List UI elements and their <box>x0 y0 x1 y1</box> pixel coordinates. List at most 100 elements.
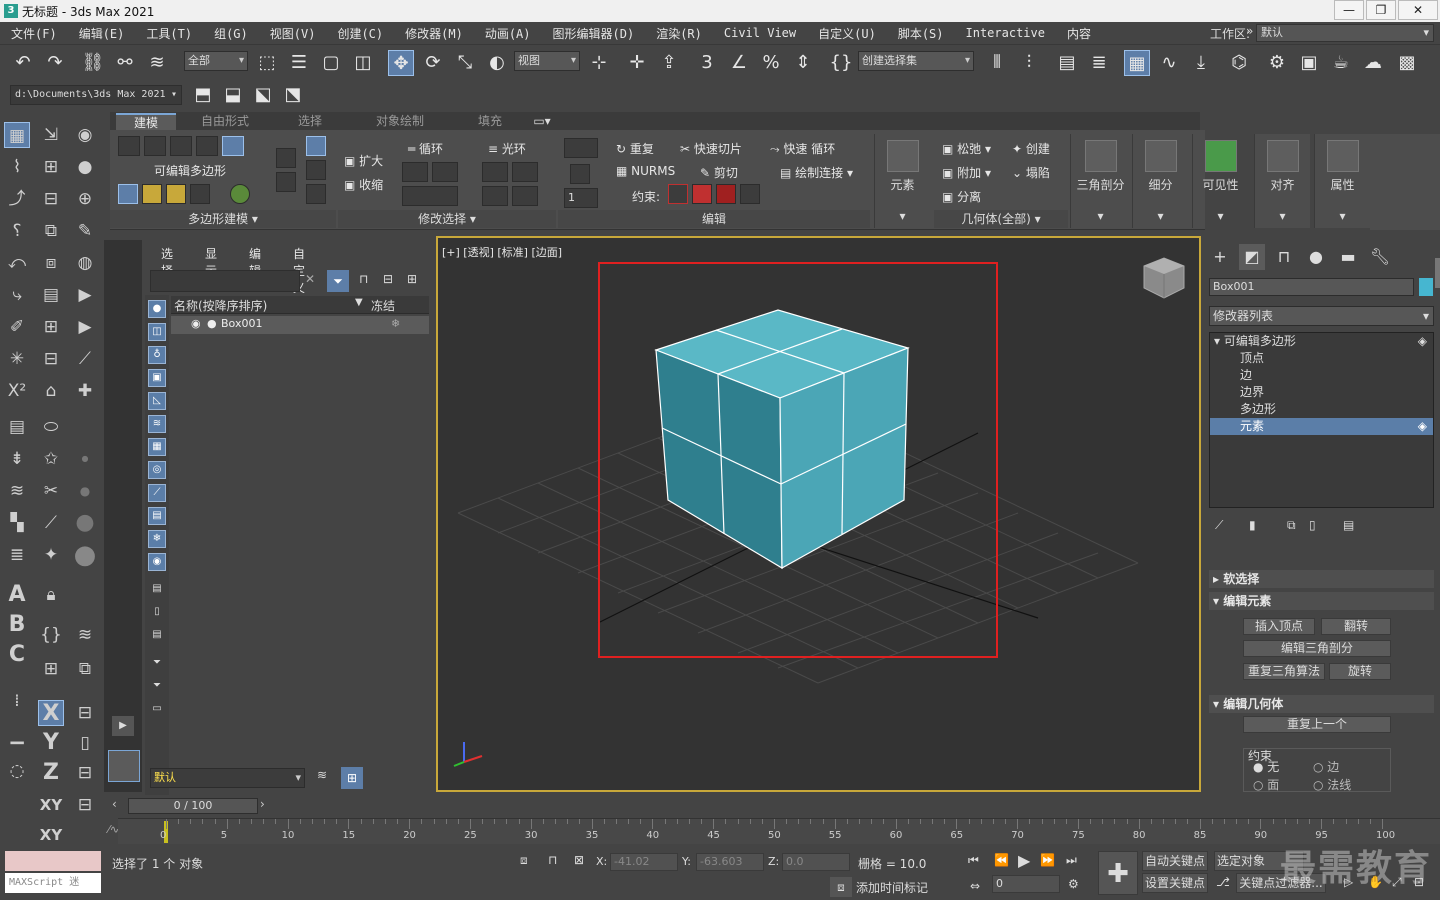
tree-view-icon[interactable]: ⊞ <box>407 272 417 286</box>
angle-snap-icon[interactable]: ∠ <box>726 50 752 76</box>
percent-snap-icon[interactable]: % <box>758 50 784 76</box>
display-all-icon[interactable]: ● <box>148 300 166 318</box>
stack-item-edge[interactable]: 边 <box>1210 367 1433 384</box>
soft-selection-rollout[interactable]: ▸ 软选择 <box>1209 570 1434 588</box>
menu-modifiers[interactable]: 修改器(M) <box>394 25 474 42</box>
paint-connect-button[interactable]: ▤ 绘制连接 ▾ <box>780 164 853 181</box>
insert-vertex-button[interactable]: 插入顶点 <box>1243 618 1315 635</box>
stack-item-editable-poly[interactable]: ▾ 可编辑多边形 ◈ <box>1210 333 1433 350</box>
scene-search-input[interactable] <box>150 270 300 292</box>
z-coordinate-field[interactable]: 0.0 <box>782 853 850 871</box>
a360-gallery-icon[interactable]: ▩ <box>1394 50 1420 76</box>
utilities-tab-icon[interactable]: 🔧︎ <box>1367 244 1393 270</box>
time-slider[interactable]: 0 / 100 <box>128 798 258 814</box>
spinner-field[interactable]: 1 <box>564 188 598 208</box>
scale-icon[interactable]: ⤡ <box>452 50 478 76</box>
project-path-dropdown[interactable]: d:\Documents\3ds Max 2021 ▾ <box>10 85 182 105</box>
edit-elements-rollout[interactable]: ▾ 编辑元素 <box>1209 592 1434 610</box>
object-icon[interactable]: ▤ <box>38 282 64 308</box>
draw-icon[interactable]: ✐ <box>4 314 30 340</box>
menu-civil-view[interactable]: Civil View <box>713 26 807 40</box>
helper-filter-icon[interactable]: ◺ <box>148 392 166 410</box>
create-tab-icon[interactable]: + <box>1207 244 1233 270</box>
ring-shrink-icon[interactable] <box>512 162 538 182</box>
container-filter-icon[interactable]: ▤ <box>148 507 166 525</box>
rendered-frame-window-icon[interactable]: ▣ <box>1296 50 1322 76</box>
visibility-button[interactable]: 可见性 ▾ <box>1192 134 1248 228</box>
motion-tab-icon[interactable]: ● <box>1303 244 1329 270</box>
swiftloop-button[interactable]: ⤳ 快速 循环 <box>770 140 835 157</box>
spacewarp-filter-icon[interactable]: ≋ <box>148 415 166 433</box>
reference-coordinate-dropdown[interactable]: 视图 <box>514 51 580 71</box>
axis-icon[interactable]: ✳ <box>4 346 30 372</box>
add-time-tag[interactable]: 添加时间标记 <box>856 879 928 896</box>
stack-item-element[interactable]: 元素 ◈ <box>1210 418 1433 435</box>
paint-select-icon[interactable]: ◉ <box>72 122 98 148</box>
constraint-face-radio[interactable]: ○ 面 <box>1253 776 1279 793</box>
ring-mode-icon[interactable] <box>482 186 508 206</box>
time-config-icon[interactable]: ⚙ <box>1068 877 1079 891</box>
render-setup-icon[interactable]: ⚙ <box>1264 50 1290 76</box>
toggle-layer-explorer-icon[interactable]: ≣ <box>1086 50 1112 76</box>
select-pattern-icon[interactable] <box>306 184 326 204</box>
auto-key-button[interactable]: 自动关键点 <box>1142 851 1208 871</box>
brush-icon[interactable]: ⸮ <box>4 218 30 244</box>
current-frame-field[interactable]: 0 <box>992 875 1060 893</box>
show-end-result-icon[interactable] <box>166 184 186 204</box>
schematic-view-icon[interactable]: ⤓ <box>1188 50 1214 76</box>
select-all-icon[interactable]: ▤ <box>148 581 166 599</box>
y-coordinate-field[interactable]: -63.603 <box>696 853 764 871</box>
menu-scripting[interactable]: 脚本(S) <box>887 25 955 42</box>
preserve-uvs-icon[interactable] <box>142 184 162 204</box>
tab-selection[interactable]: 选择 <box>285 113 335 130</box>
remove-modifier-icon[interactable]: ▯ <box>1309 518 1316 532</box>
render-production-icon[interactable]: ☕ <box>1328 50 1354 76</box>
render-in-cloud-icon[interactable]: ☁ <box>1360 50 1386 76</box>
prev-frame-icon[interactable]: ⏪ <box>994 853 1009 867</box>
modify-mode-icon[interactable] <box>118 184 138 204</box>
soft-selection-icon[interactable] <box>230 184 250 204</box>
loop-select-icon[interactable] <box>276 172 296 192</box>
mirror-icon[interactable]: ⫴ <box>984 50 1010 76</box>
menu-animation[interactable]: 动画(A) <box>474 25 542 42</box>
next-frame-arrow-icon[interactable]: › <box>260 797 265 811</box>
ring-grow-icon[interactable] <box>482 162 508 182</box>
stack-cyl-icon[interactable]: ⊟ <box>72 792 98 818</box>
geometry-panel-title[interactable]: 几何体(全部) ▾ <box>934 210 1068 228</box>
letter-c-icon[interactable]: C <box>4 642 30 668</box>
fence-select-icon[interactable]: ⇲ <box>38 122 64 148</box>
frozen-filter-icon[interactable]: ❄ <box>148 530 166 548</box>
brush-tool-icon[interactable]: ✦ <box>38 542 64 568</box>
key-filter-icon[interactable]: ⎇ <box>1216 875 1230 889</box>
clear-search-icon[interactable]: ✕ <box>305 272 315 286</box>
menu-file[interactable]: 文件(F) <box>0 25 68 42</box>
project-settings-icon[interactable]: ⬕ <box>250 82 276 108</box>
bone-filter-icon[interactable]: ⟋ <box>148 484 166 502</box>
lock-icon[interactable]: 🔒︎ <box>38 582 64 608</box>
visibility-eye-icon[interactable]: ◉ <box>191 317 201 330</box>
constraint-edge-icon[interactable] <box>692 184 712 204</box>
curve-editor-icon[interactable]: ∿ <box>1156 50 1182 76</box>
project-folder-icon[interactable]: ⬒ <box>190 82 216 108</box>
clone-icon[interactable]: ⊕ <box>72 186 98 212</box>
view-options-icon[interactable]: ▭ <box>148 701 166 719</box>
ring-button[interactable]: ≡ 光环 <box>488 140 526 157</box>
named-selection-dropdown[interactable]: 创建选择集 <box>858 51 974 71</box>
table-row[interactable]: ◉ ● Box001 ❄ <box>171 316 429 334</box>
edit-geometry-rollout[interactable]: ▾ 编辑几何体 <box>1209 695 1434 713</box>
layer-dropdown[interactable]: 默认 ▾ <box>150 768 305 788</box>
project-structure-icon[interactable]: ⬔ <box>280 82 306 108</box>
select-object-icon[interactable]: ⬚ <box>254 50 280 76</box>
key-mode-icon[interactable]: ⇔ <box>970 879 980 893</box>
light-filter-icon[interactable]: ♁ <box>148 346 166 364</box>
loop-button[interactable]: ═ 循环 <box>408 140 443 157</box>
video-icon[interactable]: ▶ <box>72 282 98 308</box>
repeat-button[interactable]: ↻ 重复 <box>616 140 654 157</box>
tweak-icon[interactable] <box>570 164 590 184</box>
menu-views[interactable]: 视图(V) <box>259 25 327 42</box>
constraint-face-icon[interactable] <box>716 184 736 204</box>
plus-icon[interactable]: ✚ <box>72 378 98 404</box>
expand-arrow-icon[interactable]: ▶ <box>112 716 134 736</box>
layer-icon[interactable]: ⧉ <box>38 218 64 244</box>
vase-icon[interactable]: ⌂ <box>38 378 64 404</box>
